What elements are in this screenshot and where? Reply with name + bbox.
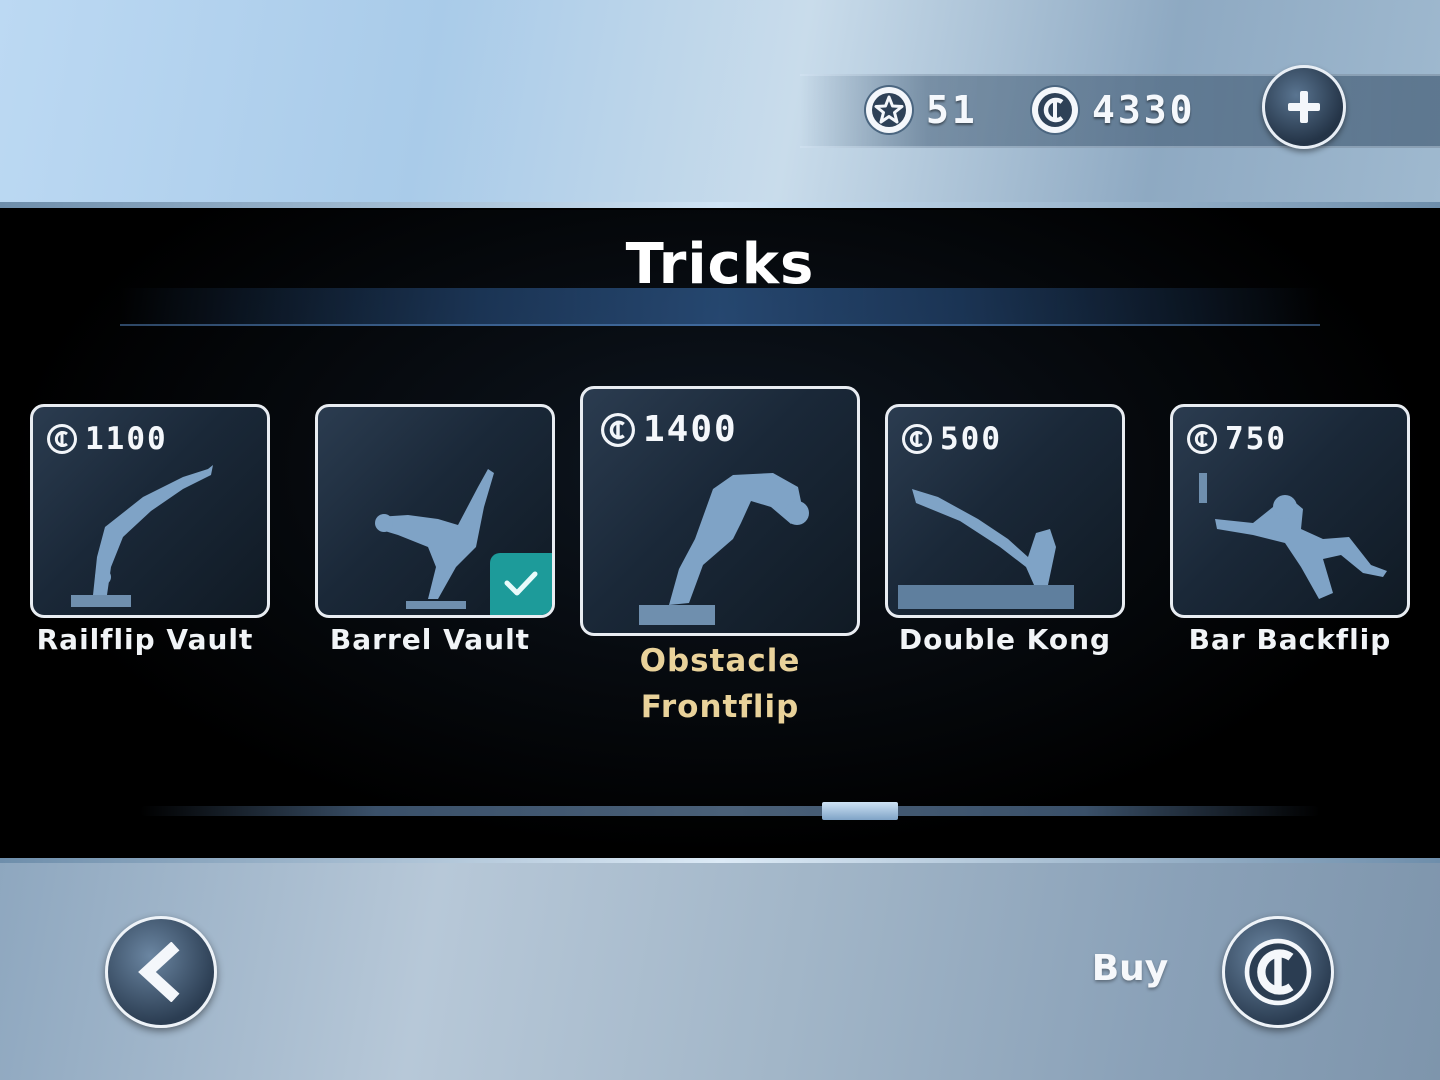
checkmark-icon	[504, 571, 538, 596]
bar-backflip-silhouette	[1199, 473, 1387, 599]
scroll-thumb[interactable]	[822, 802, 898, 820]
buy-button[interactable]	[1222, 916, 1334, 1028]
trick-label: Bar Backflip	[1188, 623, 1392, 656]
trick-card-obstacle-frontflip[interactable]: 1400	[580, 386, 860, 636]
obstacle-frontflip-silhouette	[639, 473, 809, 625]
add-currency-button[interactable]	[1262, 65, 1346, 149]
owned-badge	[490, 553, 552, 615]
coin-icon	[1244, 938, 1312, 1006]
trick-label: Barrel Vault	[329, 623, 531, 656]
double-kong-silhouette	[898, 489, 1074, 609]
chevron-left-icon	[138, 942, 180, 1002]
coin-icon	[1032, 87, 1078, 133]
star-icon	[866, 87, 912, 133]
trick-card-railflip-vault[interactable]: 1100	[30, 404, 270, 618]
trick-label-selected: Obstacle Frontflip	[639, 643, 801, 725]
trick-label: Double Kong	[898, 623, 1112, 656]
buy-label: Buy	[1091, 948, 1169, 989]
star-counter: 51	[866, 84, 978, 136]
coin-counter: 4330	[1032, 84, 1196, 136]
trick-label: Railflip Vault	[36, 623, 254, 656]
trick-card-barrel-vault[interactable]	[315, 404, 555, 618]
trick-card-bar-backflip[interactable]: 750	[1170, 404, 1410, 618]
trick-card-double-kong[interactable]: 500	[885, 404, 1125, 618]
railflip-vault-silhouette	[71, 465, 213, 607]
coin-count: 4330	[1092, 88, 1196, 132]
back-button[interactable]	[105, 916, 217, 1028]
plus-icon	[1288, 91, 1320, 123]
scroll-track[interactable]	[140, 806, 1320, 816]
page-title: Tricks	[625, 232, 815, 297]
star-count: 51	[926, 88, 978, 132]
